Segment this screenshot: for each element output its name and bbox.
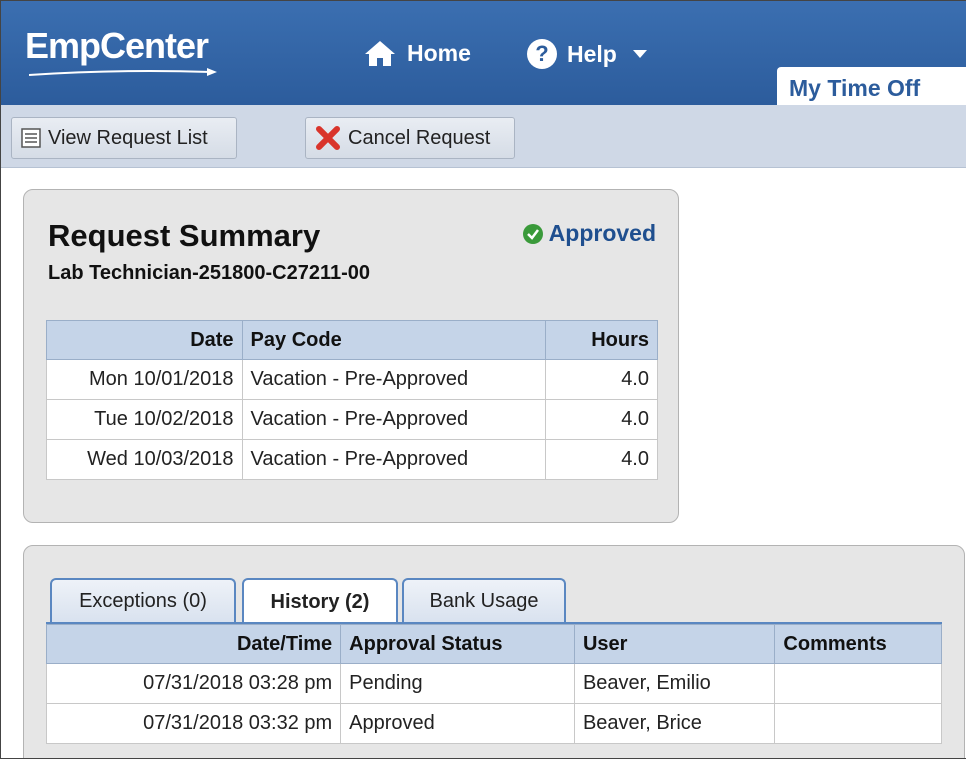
empcenter-logo[interactable]: EmpCenter — [25, 25, 209, 67]
cell-comments — [774, 703, 942, 744]
history-panel: Exceptions (0) History (2) Bank Usage Da… — [23, 545, 965, 758]
column-header-datetime[interactable]: Date/Time — [45, 624, 342, 664]
tab-bank-usage[interactable]: Bank Usage — [402, 578, 566, 622]
view-request-list-label: View Request List — [48, 126, 208, 149]
cell-date: Tue 10/02/2018 — [46, 399, 243, 440]
help-icon: ? — [527, 39, 557, 69]
column-header-approval-status[interactable]: Approval Status — [340, 624, 575, 664]
cancel-request-label: Cancel Request — [348, 126, 491, 149]
cell-approval-status: Pending — [340, 663, 575, 704]
pay-code-table: Date Pay Code Hours Mon 10/01/2018 Vacat… — [46, 320, 658, 480]
tab-my-time-off[interactable]: My Time Off — [777, 67, 966, 105]
home-icon — [365, 41, 395, 66]
tab-exceptions[interactable]: Exceptions (0) — [50, 578, 236, 622]
cell-datetime: 07/31/2018 03:32 pm — [45, 703, 342, 744]
logo-swoosh — [29, 68, 217, 76]
cell-comments — [774, 663, 942, 704]
cell-date: Wed 10/03/2018 — [46, 439, 243, 480]
request-summary-panel: Request Summary Approved Lab Technician-… — [23, 189, 679, 523]
table-row: Tue 10/02/2018 Vacation - Pre-Approved 4… — [46, 399, 658, 440]
cell-date: Mon 10/01/2018 — [46, 359, 243, 400]
table-row: 07/31/2018 03:32 pm Approved Beaver, Bri… — [45, 703, 942, 744]
table-row: Wed 10/03/2018 Vacation - Pre-Approved 4… — [46, 439, 658, 480]
column-header-date[interactable]: Date — [46, 320, 243, 360]
table-row: Mon 10/01/2018 Vacation - Pre-Approved 4… — [46, 359, 658, 400]
red-x-icon — [316, 126, 340, 150]
column-header-user[interactable]: User — [573, 624, 776, 664]
table-header-row: Date/Time Approval Status User Comments — [45, 624, 942, 664]
cancel-request-button[interactable]: Cancel Request — [305, 117, 515, 159]
cell-hours: 4.0 — [544, 399, 658, 440]
cell-pay-code: Vacation - Pre-Approved — [241, 439, 546, 480]
column-header-pay-code[interactable]: Pay Code — [241, 320, 546, 360]
list-icon — [21, 128, 41, 148]
table-row: 07/31/2018 03:28 pm Pending Beaver, Emil… — [45, 663, 942, 704]
nav-help[interactable]: ? Help — [527, 39, 647, 69]
cell-datetime: 07/31/2018 03:28 pm — [45, 663, 342, 704]
cell-user: Beaver, Brice — [573, 703, 776, 744]
app-window: EmpCenter Home ? Help My Time Off View R… — [0, 0, 966, 759]
tab-history[interactable]: History (2) — [242, 578, 398, 624]
history-table: Date/Time Approval Status User Comments … — [45, 624, 942, 744]
cell-hours: 4.0 — [544, 359, 658, 400]
chevron-down-icon — [632, 50, 647, 58]
nav-home[interactable]: Home — [363, 39, 471, 67]
nav-home-label: Home — [407, 39, 471, 66]
cell-approval-status: Approved — [340, 703, 575, 744]
status-label: Approved — [548, 220, 656, 246]
top-nav-bar: EmpCenter Home ? Help My Time Off — [1, 1, 966, 105]
toolbar: View Request List Cancel Request — [1, 105, 966, 168]
request-position-subtitle: Lab Technician-251800-C27211-00 — [48, 262, 371, 284]
cell-pay-code: Vacation - Pre-Approved — [241, 399, 546, 440]
nav-help-label: Help — [567, 40, 617, 67]
status-badge: Approved — [522, 220, 656, 247]
table-header-row: Date Pay Code Hours — [46, 320, 658, 360]
cell-user: Beaver, Emilio — [573, 663, 776, 704]
column-header-comments[interactable]: Comments — [774, 624, 942, 664]
column-header-hours[interactable]: Hours — [544, 320, 658, 360]
view-request-list-button[interactable]: View Request List — [11, 117, 237, 159]
cell-pay-code: Vacation - Pre-Approved — [241, 359, 546, 400]
cell-hours: 4.0 — [544, 439, 658, 480]
request-summary-title: Request Summary — [48, 218, 321, 253]
check-circle-icon — [522, 223, 543, 244]
